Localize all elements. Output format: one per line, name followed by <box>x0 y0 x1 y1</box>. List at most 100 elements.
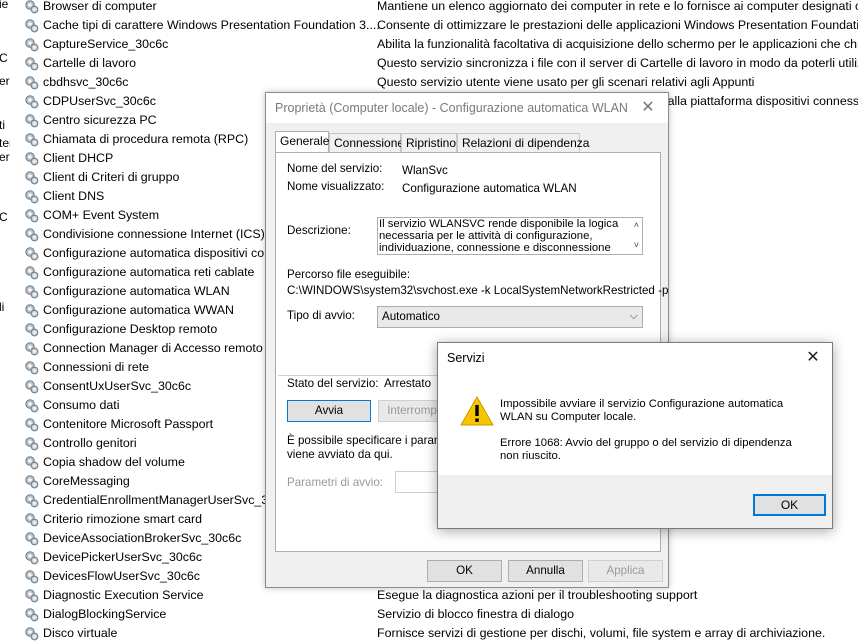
gear-icon <box>25 190 39 204</box>
description-label: Descrizione: <box>287 224 351 237</box>
service-name: cbdhsvc_30c6c <box>43 75 129 89</box>
gear-icon <box>25 323 39 337</box>
gear-icon <box>25 475 39 489</box>
gear-icon <box>25 171 39 185</box>
gear-icon <box>25 342 39 356</box>
tab-relazioni-dipendenza[interactable]: Relazioni di dipendenza <box>457 133 589 152</box>
service-name: Disco virtuale <box>43 626 118 640</box>
cancel-button[interactable]: Annulla <box>508 560 583 582</box>
apply-button[interactable]: Applica <box>588 560 663 582</box>
gear-icon <box>25 0 39 14</box>
startup-type-label: Tipo di avvio: <box>287 309 355 322</box>
description-textbox[interactable]: Il servizio WLANSVC rende disponibile la… <box>377 217 643 255</box>
gear-icon <box>25 437 39 451</box>
service-row[interactable]: DialogBlockingService Servizio di blocco … <box>24 605 858 624</box>
gear-icon <box>25 608 39 622</box>
service-name: Configurazione automatica WWAN <box>43 303 234 317</box>
service-name: CaptureService_30c6c <box>43 37 169 51</box>
scroll-up-icon[interactable]: ˄ <box>634 220 639 230</box>
gear-icon <box>25 95 39 109</box>
strip-fragment: er <box>0 74 10 88</box>
startup-type-select[interactable]: Automatico ⌵ <box>377 306 643 328</box>
gear-icon <box>25 627 39 641</box>
gear-icon <box>25 38 39 52</box>
gear-icon <box>25 76 39 90</box>
service-name-label: Nome del servizio: <box>287 162 383 175</box>
gear-icon <box>25 570 39 584</box>
tab-generale[interactable]: Generale <box>275 131 329 153</box>
error-dialog: Servizi ✕ Impossibile avviare il servizi… <box>437 342 833 529</box>
service-name-value: WlanSvc <box>402 164 448 177</box>
gear-icon <box>25 304 39 318</box>
service-name: Connection Manager di Accesso remoto <box>43 341 263 355</box>
strip-fragment: C <box>0 51 8 65</box>
status-label: Stato del servizio: <box>287 377 379 390</box>
service-description: Questo servizio utente viene usato per g… <box>377 75 755 89</box>
scroll-down-icon[interactable]: ˅ <box>634 240 639 250</box>
service-row[interactable]: Cache tipi di carattere Windows Presenta… <box>24 16 858 35</box>
gear-icon <box>25 285 39 299</box>
warning-icon <box>460 396 494 426</box>
error-detail: Errore 1068: Avvio del gruppo o del serv… <box>500 437 792 462</box>
gear-icon <box>25 209 39 223</box>
status-value: Arrestato <box>384 377 432 390</box>
title-bar[interactable]: Proprietà (Computer locale) - Configuraz… <box>266 93 668 123</box>
gear-icon <box>25 494 39 508</box>
gear-icon <box>25 247 39 261</box>
service-name: Connessioni di rete <box>43 360 150 374</box>
service-row[interactable]: cbdhsvc_30c6c Questo servizio utente vien… <box>24 73 858 92</box>
strip-fragment: ie <box>0 0 9 11</box>
service-description: Consente di ottimizzare le prestazioni d… <box>377 18 858 32</box>
service-description: Servizio di blocco finestra di dialogo <box>377 607 574 621</box>
gear-icon <box>25 513 39 527</box>
ok-button[interactable]: OK <box>753 494 826 516</box>
service-name: CredentialEnrollmentManagerUserSvc_30c6c <box>43 493 295 507</box>
service-name: Consumo dati <box>43 398 120 412</box>
stop-button[interactable]: Interromp <box>378 400 446 422</box>
close-icon[interactable]: ✕ <box>636 97 660 119</box>
gear-icon <box>25 361 39 375</box>
tab-ripristino[interactable]: Ripristino <box>401 133 457 152</box>
service-description: Esegue la diagnostica azioni per il trou… <box>377 588 698 602</box>
service-name: Controllo genitori <box>43 436 137 450</box>
title-bar[interactable]: Servizi ✕ <box>438 343 832 373</box>
service-name: Client DHCP <box>43 151 114 165</box>
service-row[interactable]: Browser di computer Mantiene un elenco ag… <box>24 0 858 16</box>
service-name: Copia shadow del volume <box>43 455 185 469</box>
left-panel-strip: ie C er ti ter er C li <box>0 0 10 641</box>
dialog-title: Servizi <box>447 351 485 365</box>
service-name: Configurazione automatica dispositivi co… <box>43 246 300 260</box>
service-name: DevicesFlowUserSvc_30c6c <box>43 569 201 583</box>
display-name-value: Configurazione automatica WLAN <box>402 182 577 195</box>
strip-fragment: li <box>0 300 5 314</box>
gear-icon <box>25 152 39 166</box>
start-button[interactable]: Avvia <box>287 400 371 422</box>
ok-button[interactable]: OK <box>427 560 502 582</box>
service-description: Fornisce servizi di gestione per dischi,… <box>377 626 826 640</box>
service-row[interactable]: Cartelle di lavoro Questo servizio sincro… <box>24 54 858 73</box>
startup-type-value: Automatico <box>382 310 440 323</box>
service-row[interactable]: CaptureService_30c6c Abilita la funzional… <box>24 35 858 54</box>
description-text: Il servizio WLANSVC rende disponibile la… <box>379 218 619 254</box>
display-name-label: Nome visualizzato: <box>287 180 385 193</box>
tab-connessione[interactable]: Connessione <box>329 133 404 152</box>
strip-fragment: ter <box>0 136 10 150</box>
service-name: Browser di computer <box>43 0 157 13</box>
service-row[interactable]: Disco virtuale Fornisce servizi di gestio… <box>24 624 858 641</box>
service-name: COM+ Event System <box>43 208 160 222</box>
error-footer: OK <box>438 475 832 528</box>
close-icon[interactable]: ✕ <box>802 347 824 369</box>
hint-text: È possibile specificare i parametri vien… <box>287 434 460 461</box>
error-body: Impossibile avviare il servizio Configur… <box>438 373 832 475</box>
gear-icon <box>25 133 39 147</box>
service-name: Contenitore Microsoft Passport <box>43 417 214 431</box>
gear-icon <box>25 228 39 242</box>
service-name: Criterio rimozione smart card <box>43 512 203 526</box>
gear-icon <box>25 380 39 394</box>
path-label: Percorso file eseguibile: <box>287 268 411 281</box>
service-name: Cache tipi di carattere Windows Presenta… <box>43 18 380 32</box>
service-row[interactable]: Diagnostic Execution Service Esegue la di… <box>24 586 858 605</box>
service-name: CoreMessaging <box>43 474 130 488</box>
service-name: Centro sicurezza PC <box>43 113 157 127</box>
service-description: Mantiene un elenco aggiornato dei comput… <box>377 0 858 13</box>
